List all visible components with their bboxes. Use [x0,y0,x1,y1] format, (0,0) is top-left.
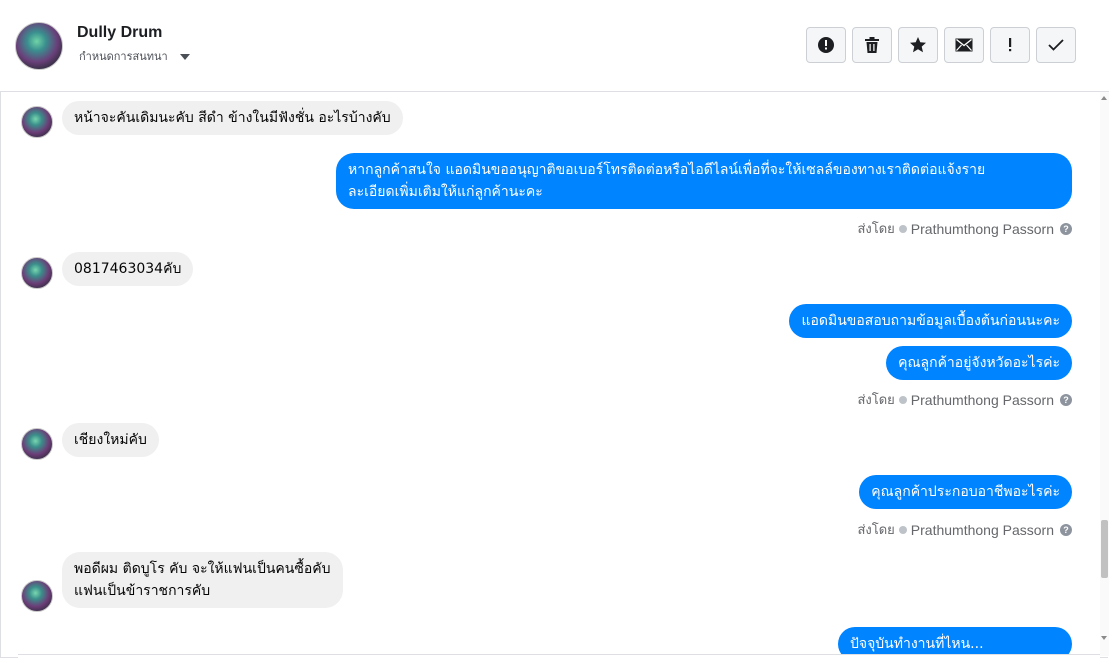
help-icon[interactable]: ? [1060,222,1072,235]
message-line: พอดีผม ติดบูโร คับ จะให้แฟนเป็นคนซื้อคับ [74,561,331,577]
sent-by-label: ส่งโดย [857,523,895,538]
report-button[interactable] [806,27,846,63]
agent-dot-icon [898,395,907,404]
mark-done-button[interactable] [1036,27,1076,63]
incoming-message[interactable]: หน้าจะคันเดิมนะคับ สีดำ ข้างในมีฟังชั่น … [62,101,403,135]
scrollbar-thumb[interactable] [1101,520,1108,578]
customer-avatar[interactable] [21,580,53,612]
scroll-down-arrow-icon[interactable] [1101,636,1107,640]
sent-by-label: ส่งโดย [857,393,895,408]
incoming-message[interactable]: 0817463034คับ [62,252,194,286]
envelope-icon [955,38,973,52]
customer-avatar[interactable] [21,257,53,289]
outgoing-message[interactable]: แอดมินขอสอบถามข้อมูลเบื้องต้นก่อนนะคะ [789,304,1072,338]
header-actions [806,27,1076,63]
contact-avatar[interactable] [15,22,63,70]
mark-spam-button[interactable] [990,27,1030,63]
sent-by-info: ส่งโดย Prathumthong Passorn ? [857,218,1072,239]
help-icon[interactable]: ? [1060,523,1072,536]
sent-by-info: ส่งโดย Prathumthong Passorn ? [857,519,1072,540]
star-icon [910,37,926,53]
outgoing-message[interactable]: คุณลูกค้าประกอบอาชีพอะไรค่ะ [859,475,1072,509]
sent-by-label: ส่งโดย [857,222,895,237]
message-line: ละเอียดเพิ่มเติมให้แก่ลูกค้านะคะ [348,184,543,200]
sent-by-info: ส่งโดย Prathumthong Passorn ? [857,389,1072,410]
check-icon [1048,39,1064,51]
outgoing-message[interactable]: คุณลูกค้าอยู่จังหวัดอะไรค่ะ [886,346,1072,380]
help-icon[interactable]: ? [1060,393,1072,406]
message-thread[interactable]: หน้าจะคันเดิมนะคับ สีดำ ข้างในมีฟังชั่น … [0,92,1100,658]
caret-down-icon [179,53,190,60]
message-line: หากลูกค้าสนใจ แอดมินขออนุญาติขอเบอร์โทรต… [348,162,986,178]
delete-button[interactable] [852,27,892,63]
conversation-setting-label: กำหนดการสนทนา [79,50,168,63]
agent-dot-icon [898,525,907,534]
message-line: แฟนเป็นข้าราชการคับ [74,583,211,599]
sent-by-agent[interactable]: Prathumthong Passorn [911,522,1054,538]
conversation-header: Dully Drum กำหนดการสนทนา [0,0,1109,92]
mark-unread-button[interactable] [944,27,984,63]
incoming-message[interactable]: เชียงใหม่คับ [62,423,159,457]
outgoing-message[interactable]: หากลูกค้าสนใจ แอดมินขออนุญาติขอเบอร์โทรต… [336,153,1072,209]
agent-dot-icon [898,224,907,233]
contact-name[interactable]: Dully Drum [77,24,162,42]
alert-circle-icon [818,37,834,53]
sent-by-agent[interactable]: Prathumthong Passorn [911,221,1054,237]
conversation-setting-dropdown[interactable]: กำหนดการสนทนา [79,47,190,65]
customer-avatar[interactable] [21,106,53,138]
scroll-up-arrow-icon[interactable] [1101,96,1107,100]
exclamation-icon [1009,38,1012,52]
incoming-message[interactable]: พอดีผม ติดบูโร คับ จะให้แฟนเป็นคนซื้อคับ… [62,552,343,608]
trash-icon [865,37,879,53]
sent-by-agent[interactable]: Prathumthong Passorn [911,392,1054,408]
star-button[interactable] [898,27,938,63]
customer-avatar[interactable] [21,428,53,460]
